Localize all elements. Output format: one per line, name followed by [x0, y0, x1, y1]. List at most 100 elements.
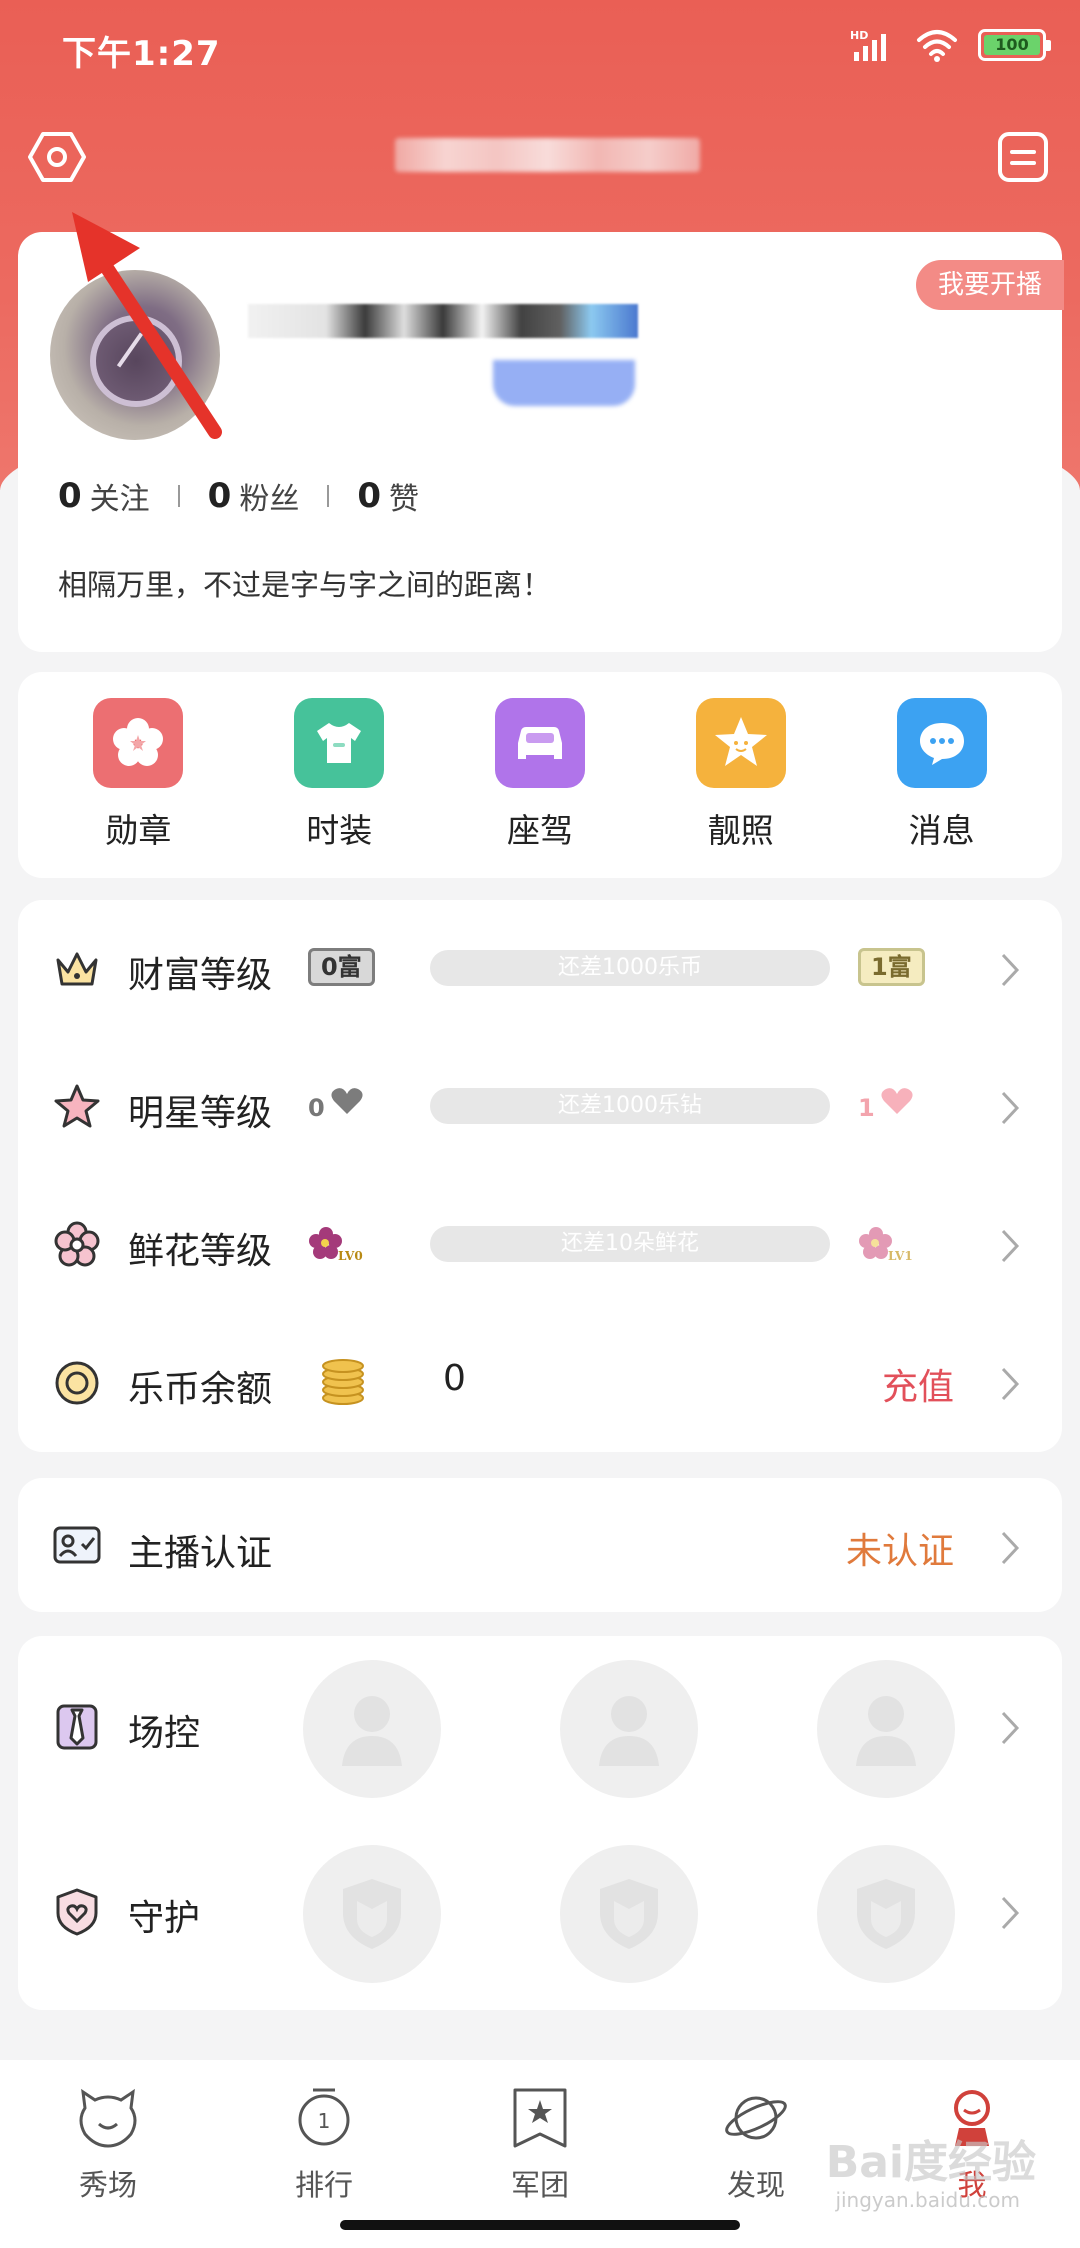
tab-discover-label: 发现: [726, 2168, 785, 2202]
shortcut-grid: 勋章 时装 座驾 靓照 消息: [18, 672, 1062, 878]
empty-guard-slot[interactable]: [817, 1845, 955, 1983]
coin-icon: [55, 1361, 99, 1405]
flower-level-next: LV1: [858, 1224, 928, 1263]
guard-row[interactable]: 守护: [18, 1821, 1062, 2006]
tab-showroom[interactable]: 秀场: [33, 2086, 183, 2204]
star-face-icon: [695, 698, 786, 788]
car-icon: [494, 698, 585, 788]
wealth-level-row[interactable]: 财富等级 0富 还差1000乐币 1富: [18, 900, 1062, 1038]
shortcut-medals[interactable]: 勋章: [58, 698, 218, 852]
person-silhouette-icon: [342, 1696, 402, 1766]
chat-bubble-icon: [896, 698, 987, 788]
heart-icon: [881, 1088, 913, 1114]
flower-level-label: 鲜花等级: [128, 1231, 273, 1272]
room-control-row[interactable]: 场控: [18, 1636, 1062, 1821]
watermark: Bai度经验: [825, 2137, 1036, 2188]
user-id-badge-blurred: [493, 360, 635, 406]
shirt-icon: [294, 698, 385, 788]
star-level-next-value: 1: [858, 1094, 875, 1122]
star-level-row[interactable]: 明星等级 0 还差1000乐钻 1: [18, 1038, 1062, 1176]
chevron-right-icon: [1001, 1711, 1020, 1745]
wealth-level-label: 财富等级: [128, 955, 273, 996]
flower-progress-bar: 还差10朵鲜花: [430, 1226, 830, 1262]
shortcut-fashion[interactable]: 时装: [259, 698, 419, 852]
username-title-blurred: [395, 138, 700, 172]
id-card-icon: [53, 1526, 101, 1564]
shortcut-messages[interactable]: 消息: [862, 698, 1022, 852]
likes-count[interactable]: 0: [357, 476, 381, 516]
profile-bio: 相隔万里，不过是字与字之间的距离！: [58, 568, 552, 602]
ranking-badge-number: 1: [318, 2109, 331, 2133]
status-icons: HD 100: [850, 28, 1051, 62]
battery-icon: 100: [978, 29, 1051, 61]
stat-divider: [177, 485, 180, 507]
star-level-label: 明星等级: [128, 1093, 273, 1134]
tab-legion[interactable]: 军团: [465, 2086, 615, 2204]
chevron-right-icon: [1001, 953, 1020, 987]
fans-label[interactable]: 粉丝: [239, 474, 299, 518]
coin-balance-row[interactable]: 乐币余额 0 充值: [18, 1314, 1062, 1452]
home-indicator[interactable]: [340, 2220, 740, 2230]
flower-level-next-value: LV1: [888, 1249, 913, 1263]
star-icon: [54, 1084, 100, 1128]
recharge-link[interactable]: 充值: [882, 1358, 954, 1410]
shortcut-photos-label: 靓照: [707, 811, 774, 850]
anchor-certification-label: 主播认证: [128, 1533, 273, 1574]
following-count[interactable]: 0: [58, 476, 82, 516]
person-silhouette-icon: [599, 1696, 659, 1766]
follow-stats: 0 关注 0 粉丝 0 赞: [58, 474, 419, 518]
flag-star-icon: [513, 2088, 567, 2148]
chevron-right-icon: [1001, 1091, 1020, 1125]
status-time: 下午1:27: [62, 34, 221, 74]
shortcut-vehicle[interactable]: 座驾: [460, 698, 620, 852]
chevron-right-icon: [1001, 1229, 1020, 1263]
flower-level-current: LV0: [308, 1224, 378, 1263]
shield-placeholder-icon: [343, 1879, 401, 1949]
flower-badge-icon: LV1: [859, 1227, 913, 1263]
chevron-right-icon: [1001, 1531, 1020, 1565]
star-level-current: 0: [308, 1086, 364, 1124]
empty-guard-slot[interactable]: [560, 1845, 698, 1983]
tab-discover[interactable]: 发现: [681, 2086, 831, 2204]
go-live-button[interactable]: 我要开播: [915, 260, 1064, 310]
flower-level-row[interactable]: 鲜花等级 LV0 还差10朵鲜花 LV1: [18, 1176, 1062, 1314]
stat-divider: [327, 485, 330, 507]
shield-placeholder-icon: [857, 1879, 915, 1949]
fans-count[interactable]: 0: [208, 476, 232, 516]
flower-level-current-value: LV0: [338, 1249, 363, 1263]
medal-icon: 1: [298, 2088, 350, 2146]
empty-avatar-slot[interactable]: [303, 1660, 441, 1798]
wifi-icon: [917, 30, 957, 62]
room-control-label: 场控: [128, 1713, 201, 1754]
guard-label: 守护: [128, 1898, 201, 1939]
shortcut-photos[interactable]: 靓照: [661, 698, 821, 852]
tab-ranking[interactable]: 1 排行: [249, 2086, 399, 2204]
menu-icon[interactable]: [996, 130, 1050, 184]
empty-avatar-slot[interactable]: [560, 1660, 698, 1798]
shortcut-medals-label: 勋章: [105, 811, 172, 850]
watermark-url: jingyan.baidu.com: [835, 2188, 1020, 2212]
network-type-label: HD: [850, 29, 868, 42]
anchor-certification-row[interactable]: 主播认证 未认证: [18, 1478, 1062, 1612]
anchor-certification-status: 未认证: [845, 1531, 954, 1572]
coin-balance-value: 0: [443, 1358, 466, 1399]
tab-legion-label: 军团: [510, 2168, 569, 2202]
settings-icon[interactable]: [28, 128, 86, 186]
coin-balance-label: 乐币余额: [128, 1369, 273, 1410]
levels-card: 财富等级 0富 还差1000乐币 1富 明星等级 0 还差1000乐钻 1 鲜花…: [18, 900, 1062, 1452]
status-bar: 下午1:27 HD 100: [0, 0, 1080, 100]
coin-stack-icon: [322, 1359, 364, 1405]
avatar[interactable]: [50, 270, 220, 440]
shortcut-messages-label: 消息: [908, 811, 975, 850]
following-label[interactable]: 关注: [90, 474, 150, 518]
planet-icon: [725, 2096, 787, 2140]
star-progress-bar: 还差1000乐钻: [430, 1088, 830, 1124]
wealth-level-current: 0富: [308, 948, 375, 986]
likes-label[interactable]: 赞: [389, 474, 419, 518]
empty-guard-slot[interactable]: [303, 1845, 441, 1983]
profile-card: 我要开播 0 关注 0 粉丝 0 赞 相隔万里，不过是字与字之间的距离！: [18, 232, 1064, 652]
battery-level: 100: [984, 35, 1040, 55]
crown-icon: [56, 952, 98, 986]
empty-avatar-slot[interactable]: [817, 1660, 955, 1798]
username-blurred: [248, 304, 638, 338]
